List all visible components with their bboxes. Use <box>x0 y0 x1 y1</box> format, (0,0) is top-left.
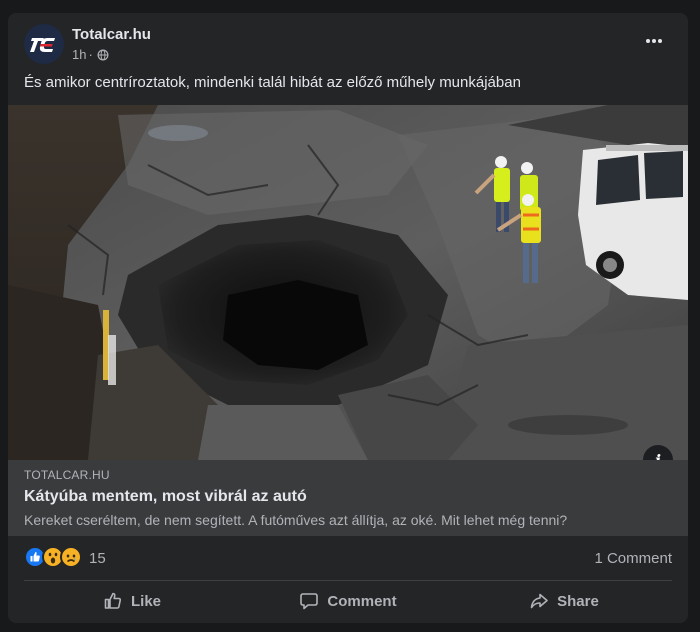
link-description: Kereket cseréltem, de nem segített. A fu… <box>24 512 568 528</box>
globe-icon[interactable] <box>97 49 109 61</box>
post-card: Totalcar.hu 1h · És amikor centríroztato… <box>8 13 688 623</box>
pothole-road-photo <box>8 105 688 460</box>
comment-count[interactable]: 1 Comment <box>594 550 672 567</box>
share-label: Share <box>557 592 599 610</box>
more-horizontal-icon <box>646 39 662 43</box>
link-domain: TOTALCAR.HU <box>24 468 110 482</box>
page-name[interactable]: Totalcar.hu <box>72 26 151 43</box>
totalcar-logo <box>24 24 64 64</box>
reactions-bar: 15 1 Comment <box>8 536 688 580</box>
post-meta: 1h · <box>72 47 109 62</box>
post-actions: Like Comment Share <box>24 583 672 619</box>
comment-button[interactable]: Comment <box>240 583 456 619</box>
comment-bubble-icon <box>300 593 319 610</box>
thumbs-up-icon <box>104 592 122 609</box>
actions-divider <box>24 580 672 581</box>
post-header: Totalcar.hu 1h · <box>8 13 688 69</box>
post-options-button[interactable] <box>640 31 668 51</box>
share-button[interactable]: Share <box>456 583 672 619</box>
link-preview[interactable]: TOTALCAR.HU Kátyúba mentem, most vibrál … <box>8 460 688 536</box>
reaction-count[interactable]: 15 <box>89 550 106 567</box>
sad-reaction-icon <box>60 546 82 568</box>
like-button[interactable]: Like <box>24 583 240 619</box>
reaction-icons[interactable] <box>24 546 82 568</box>
meta-separator: · <box>88 47 93 62</box>
post-photo[interactable] <box>8 105 688 460</box>
page-avatar[interactable] <box>24 24 64 64</box>
share-arrow-icon <box>530 593 548 609</box>
like-label: Like <box>130 592 161 610</box>
link-title[interactable]: Kátyúba mentem, most vibrál az autó <box>24 488 307 506</box>
post-timestamp[interactable]: 1h <box>72 47 86 62</box>
post-caption: És amikor centríroztatok, mindenki talál… <box>24 74 521 91</box>
comment-label: Comment <box>327 592 397 610</box>
